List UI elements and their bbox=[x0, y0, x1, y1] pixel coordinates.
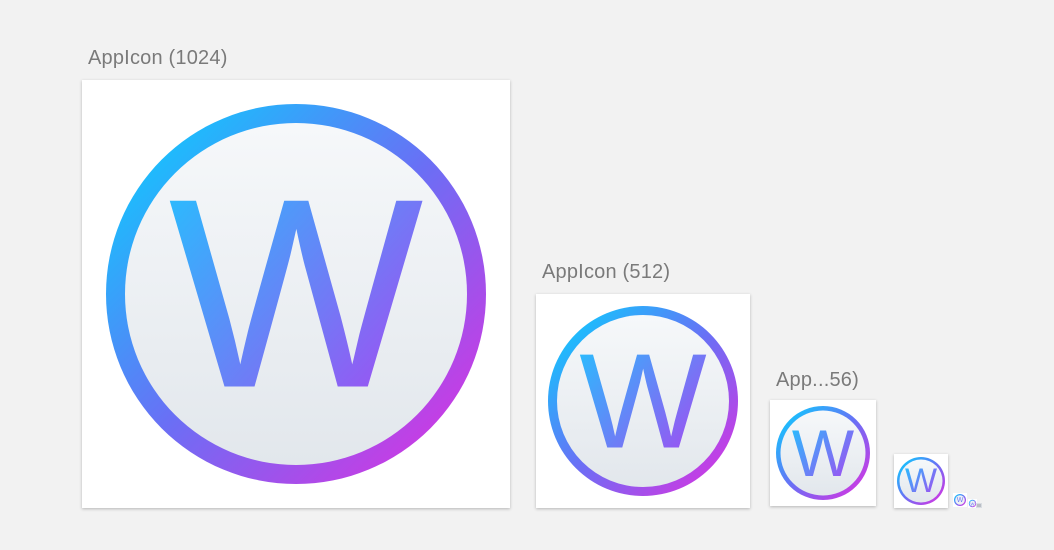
w-glyph: W bbox=[957, 497, 964, 504]
icon-16-tile[interactable]: W bbox=[968, 497, 982, 509]
app-icon-512: W bbox=[548, 306, 738, 496]
app-icon-256: W bbox=[776, 406, 870, 500]
app-icon-16: W bbox=[968, 499, 982, 508]
icon-256-label: App...56) bbox=[776, 369, 859, 391]
w-glyph: W bbox=[169, 144, 426, 445]
icon-1024-label: AppIcon (1024) bbox=[88, 47, 228, 69]
w-glyph: W bbox=[971, 501, 975, 506]
icon-512-label: AppIcon (512) bbox=[542, 261, 671, 283]
icon-512-tile[interactable]: W bbox=[536, 294, 750, 508]
app-icon-1024: W bbox=[106, 104, 486, 484]
app-icon-32: W bbox=[953, 493, 967, 507]
icon-32-tile[interactable]: W bbox=[953, 493, 967, 507]
app-icon-128: W bbox=[897, 457, 945, 505]
w-glyph: W bbox=[792, 416, 855, 490]
w-glyph: W bbox=[579, 326, 706, 477]
w-glyph: W bbox=[905, 462, 937, 500]
icon-1024-tile[interactable]: W bbox=[82, 80, 510, 508]
icon-128-tile[interactable]: W bbox=[894, 454, 948, 508]
icon-256-tile[interactable]: W bbox=[770, 400, 876, 506]
